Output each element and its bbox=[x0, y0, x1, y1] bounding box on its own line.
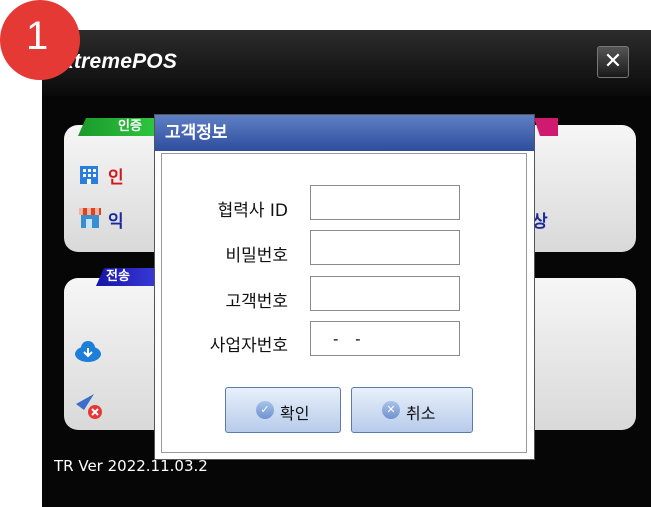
window-titlebar: •• xtremePOS ✕ bbox=[42, 30, 651, 96]
customer-info-dialog: 고객정보 협력사 ID 비밀번호 고객번호 사업자번호 - - ✓ 확인 ✕ 취… bbox=[154, 114, 535, 460]
auth-tag: 인증 bbox=[78, 118, 154, 136]
cancel-button[interactable]: ✕ 취소 bbox=[351, 387, 473, 433]
store-icon bbox=[79, 208, 101, 228]
logo-text: xtremePOS bbox=[62, 50, 178, 73]
x-icon: ✕ bbox=[382, 401, 400, 419]
customer-number-label: 고객번호 bbox=[225, 292, 288, 312]
close-icon: ✕ bbox=[603, 49, 623, 74]
business-number-input[interactable]: - - bbox=[310, 321, 460, 356]
close-button[interactable]: ✕ bbox=[597, 46, 629, 78]
partner-id-label: 협력사 ID bbox=[217, 201, 288, 221]
step-badge: 1 bbox=[0, 0, 80, 80]
password-label: 비밀번호 bbox=[225, 246, 288, 266]
partner-id-input[interactable] bbox=[310, 185, 460, 220]
cloud-download-icon[interactable] bbox=[74, 340, 102, 362]
send-cancel-icon[interactable] bbox=[74, 390, 104, 420]
store-row-label[interactable]: 익 bbox=[108, 207, 124, 232]
transfer-tag: 전송 bbox=[96, 268, 158, 286]
auth-row-label[interactable]: 인 bbox=[108, 163, 124, 188]
dialog-title: 고객정보 bbox=[155, 115, 534, 151]
app-logo: •• xtremePOS bbox=[62, 40, 178, 74]
business-number-label: 사업자번호 bbox=[209, 336, 288, 356]
building-icon bbox=[80, 166, 98, 184]
ok-button-label: 확인 bbox=[280, 404, 310, 423]
check-icon: ✓ bbox=[256, 401, 274, 419]
password-input[interactable] bbox=[310, 230, 460, 265]
cancel-button-label: 취소 bbox=[406, 404, 436, 423]
ok-button[interactable]: ✓ 확인 bbox=[225, 387, 341, 433]
customer-number-input[interactable] bbox=[310, 276, 460, 311]
